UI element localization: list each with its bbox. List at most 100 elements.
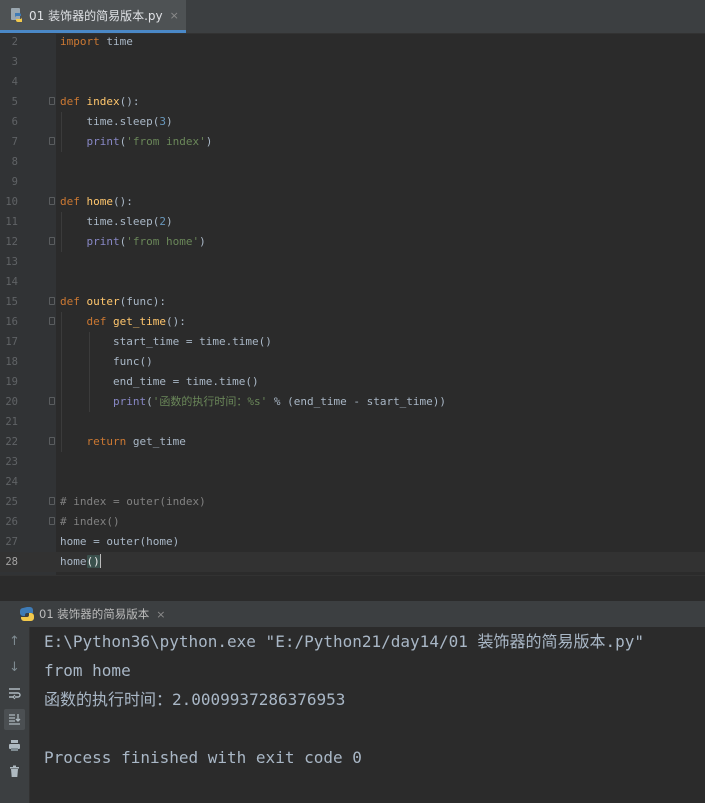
console-line: Process finished with exit code 0 <box>44 748 362 767</box>
code-text: # index() <box>60 515 120 528</box>
close-icon[interactable]: × <box>156 608 165 621</box>
code-line[interactable]: 10 def home(): <box>0 192 705 212</box>
fold-marker-icon[interactable] <box>49 237 55 245</box>
code-line[interactable]: 11 time.sleep(2) <box>0 212 705 232</box>
code-line[interactable]: 19 end_time = time.time() <box>0 372 705 392</box>
line-number: 21 <box>5 416 18 428</box>
console-line: 函数的执行时间：2.0009937286376953 <box>44 690 346 709</box>
run-tab-bar: 01 装饰器的简易版本 × <box>0 601 705 628</box>
line-number: 11 <box>5 216 18 228</box>
code-line[interactable]: 3 <box>0 52 705 72</box>
code-line[interactable]: 5 def index(): <box>0 92 705 112</box>
close-icon[interactable]: × <box>170 9 179 22</box>
fold-marker-icon[interactable] <box>49 497 55 505</box>
code-text: def index(): <box>60 95 140 108</box>
code-text: home = outer(home) <box>60 535 180 548</box>
code-line[interactable]: 22 return get_time <box>0 432 705 452</box>
code-text: def outer(func): <box>60 295 166 308</box>
fold-marker-icon[interactable] <box>49 317 55 325</box>
scroll-to-end-icon[interactable] <box>4 709 25 730</box>
trash-icon[interactable] <box>4 761 25 782</box>
console-line: from home <box>44 661 131 680</box>
indent-guide <box>61 112 62 152</box>
line-number: 26 <box>5 516 18 528</box>
code-line[interactable]: 17 start_time = time.time() <box>0 332 705 352</box>
line-number: 2 <box>11 36 18 48</box>
fold-marker-icon[interactable] <box>49 297 55 305</box>
run-toolbar: ↑ ↓ <box>0 627 30 803</box>
code-line[interactable]: 2 import time <box>0 32 705 52</box>
code-line[interactable]: 15 def outer(func): <box>0 292 705 312</box>
line-number: 24 <box>5 476 18 488</box>
code-line[interactable]: 27 home = outer(home) <box>0 532 705 552</box>
code-line[interactable]: 26 # index() <box>0 512 705 532</box>
code-editor[interactable]: 2 import time 3 4 5 def index(): 6 time.sleep(… <box>0 34 705 575</box>
code-text: # index = outer(index) <box>60 495 206 508</box>
indent-guide <box>61 212 62 252</box>
code-text: func() <box>60 355 153 368</box>
code-text: print('from index') <box>86 135 213 148</box>
code-line[interactable]: 28 home() <box>0 552 705 572</box>
code-line[interactable]: 23 <box>0 452 705 472</box>
fold-marker-icon[interactable] <box>49 197 55 205</box>
fold-marker-icon[interactable] <box>49 517 55 525</box>
line-number: 20 <box>5 396 18 408</box>
line-number: 28 <box>5 556 18 568</box>
python-file-icon <box>11 8 22 22</box>
code-line[interactable]: 4 <box>0 72 705 92</box>
code-line[interactable]: 8 <box>0 152 705 172</box>
line-number: 22 <box>5 436 18 448</box>
code-line[interactable]: 21 <box>0 412 705 432</box>
line-number: 6 <box>11 116 18 128</box>
indent-guide <box>89 332 90 412</box>
line-number: 7 <box>11 136 18 148</box>
line-number: 10 <box>5 196 18 208</box>
run-console[interactable]: E:\Python36\python.exe "E:/Python21/day1… <box>30 627 705 803</box>
code-line[interactable]: 14 <box>0 272 705 292</box>
code-line[interactable]: 7 print('from index') <box>0 132 705 152</box>
print-icon[interactable] <box>4 735 25 756</box>
fold-marker-icon[interactable] <box>49 97 55 105</box>
code-line[interactable]: 13 <box>0 252 705 272</box>
code-line[interactable]: 6 time.sleep(3) <box>0 112 705 132</box>
code-text: home() <box>60 554 101 568</box>
line-number: 27 <box>5 536 18 548</box>
run-tab[interactable]: 01 装饰器的简易版本 × <box>0 601 180 627</box>
up-arrow-icon[interactable]: ↑ <box>4 631 25 652</box>
code-text: print('from home') <box>86 235 206 248</box>
run-tab-label: 01 装饰器的简易版本 <box>39 607 150 621</box>
editor-tab-active[interactable]: 01 装饰器的简易版本.py × <box>0 0 186 33</box>
fold-marker-icon[interactable] <box>49 137 55 145</box>
editor-tab-label: 01 装饰器的简易版本.py <box>29 8 163 23</box>
code-text: time.sleep(2) <box>60 215 173 228</box>
code-text: start_time = time.time() <box>60 335 272 348</box>
line-number: 9 <box>11 176 18 188</box>
code-text: import time <box>60 35 133 48</box>
code-line[interactable]: 16 def get_time(): <box>0 312 705 332</box>
fold-marker-icon[interactable] <box>49 437 55 445</box>
line-number: 4 <box>11 76 18 88</box>
code-text: def get_time(): <box>86 315 186 328</box>
code-text: def home(): <box>60 195 133 208</box>
line-number: 15 <box>5 296 18 308</box>
editor-bottom-area <box>0 575 705 602</box>
soft-wrap-icon[interactable] <box>4 683 25 704</box>
line-number: 19 <box>5 376 18 388</box>
code-line[interactable]: 25 # index = outer(index) <box>0 492 705 512</box>
line-number: 14 <box>5 276 18 288</box>
code-text: time.sleep(3) <box>60 115 173 128</box>
line-number: 5 <box>11 96 18 108</box>
text-caret <box>99 554 101 568</box>
code-line[interactable]: 18 func() <box>0 352 705 372</box>
code-text: return get_time <box>86 435 186 448</box>
code-line[interactable]: 20 print('函数的执行时间：%s' % (end_time - star… <box>0 392 705 412</box>
line-number: 12 <box>5 236 18 248</box>
fold-marker-icon[interactable] <box>49 397 55 405</box>
console-line: E:\Python36\python.exe "E:/Python21/day1… <box>44 632 645 651</box>
line-number: 18 <box>5 356 18 368</box>
code-line[interactable]: 24 <box>0 472 705 492</box>
line-number: 16 <box>5 316 18 328</box>
code-line[interactable]: 9 <box>0 172 705 192</box>
down-arrow-icon[interactable]: ↓ <box>4 657 25 678</box>
code-line[interactable]: 12 print('from home') <box>0 232 705 252</box>
